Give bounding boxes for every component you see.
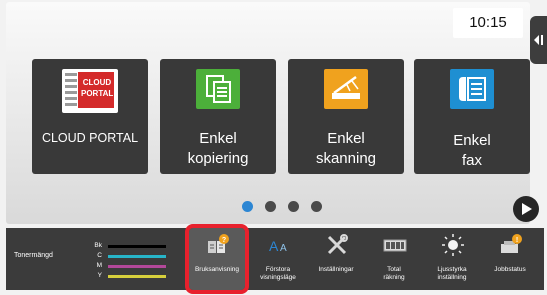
total-count-label-1: Total [387, 266, 401, 273]
clock: 10:15 [453, 8, 523, 38]
tile-simple-scan-label-2: skanning [315, 150, 377, 167]
toner-row-y: Y [88, 272, 168, 282]
enlarge-label-1: Förstora [265, 266, 291, 273]
toner-label-m: M [96, 262, 102, 269]
toner-row-m: M [88, 262, 168, 272]
fax-icon [450, 69, 494, 109]
tile-simple-fax-label-1: Enkel [453, 132, 491, 149]
page-dot-4[interactable] [311, 201, 322, 212]
tools-icon [325, 233, 349, 257]
next-page-button[interactable] [513, 196, 539, 222]
svg-text:A: A [280, 243, 287, 254]
brightness-icon [441, 233, 465, 257]
cloud-portal-logo-text-2: PORTAL [81, 89, 114, 98]
tile-simple-fax-label-2: fax [461, 152, 482, 169]
scan-icon [324, 69, 368, 109]
page-indicator [242, 201, 332, 213]
tile-simple-scan-label-1: Enkel [327, 130, 365, 147]
svg-text:A: A [269, 238, 279, 254]
job-status-icon: ! [499, 233, 523, 257]
toner-bar-y [108, 275, 166, 278]
tile-cloud-portal-label: CLOUD PORTAL [41, 131, 139, 145]
cloud-portal-logo-text-1: CLOUD [82, 78, 112, 87]
play-arrow-icon [522, 203, 532, 215]
settings-button[interactable]: Inställningar [308, 228, 364, 290]
brightness-label-1: Ljusstyrka [437, 266, 467, 273]
tile-simple-copy[interactable]: Enkel kopiering [160, 59, 276, 174]
toner-bar-m [108, 265, 166, 268]
job-status-button[interactable]: ! Jobbstatus [482, 228, 538, 290]
manual-button[interactable]: ? Bruksanvisning [185, 224, 249, 294]
toner-label-c: C [97, 252, 102, 259]
page-dot-1[interactable] [242, 201, 253, 212]
tile-cloud-portal[interactable]: CLOUD PORTAL CLOUD PORTAL [32, 59, 148, 174]
brightness-button[interactable]: Ljusstyrka inställning [424, 228, 480, 290]
copy-icon [196, 69, 240, 109]
side-panel-tab[interactable] [530, 16, 547, 64]
enlarge-display-button[interactable]: A A Förstora visningsläge [250, 228, 306, 290]
home-screen: 10:15 CLOUD PORTAL CLOUD PORTAL Enkel ko… [6, 2, 539, 224]
toner-row-bk: Bk [88, 242, 168, 252]
enlarge-text-icon: A A [267, 233, 291, 257]
tile-simple-copy-label-2: kopiering [187, 150, 249, 167]
brightness-label-2: inställning [437, 274, 467, 281]
bottom-toolbar: Tonermängd Bk C M Y ? Bruksanvisning A A… [6, 224, 544, 294]
book-question-icon: ? [206, 233, 230, 257]
counter-icon [383, 233, 407, 257]
cloud-portal-logo: CLOUD PORTAL [62, 69, 118, 113]
panel-arrow-icon [534, 35, 543, 45]
svg-text:?: ? [222, 237, 226, 244]
page-dot-3[interactable] [288, 201, 299, 212]
total-count-button[interactable]: Total räkning [366, 228, 422, 290]
settings-label: Inställningar [318, 266, 354, 273]
page-dot-2[interactable] [265, 201, 276, 212]
manual-label: Bruksanvisning [194, 266, 240, 273]
tile-simple-copy-label-1: Enkel [199, 130, 237, 147]
svg-text:!: ! [516, 237, 518, 244]
toner-level-panel[interactable]: Tonermängd Bk C M Y [6, 228, 176, 290]
toner-bar-c [108, 255, 166, 258]
tile-simple-fax[interactable]: Enkel fax [414, 59, 530, 174]
total-count-label-2: räkning [383, 274, 405, 281]
toner-title: Tonermängd [14, 252, 53, 259]
toner-label-bk: Bk [94, 242, 102, 249]
screen-frame: 10:15 CLOUD PORTAL CLOUD PORTAL Enkel ko… [0, 0, 547, 295]
toner-row-c: C [88, 252, 168, 262]
tile-simple-scan[interactable]: Enkel skanning [288, 59, 404, 174]
toner-bar-bk [108, 245, 166, 248]
enlarge-label-2: visningsläge [260, 274, 296, 281]
job-status-label: Jobbstatus [494, 266, 526, 273]
toner-label-y: Y [97, 272, 102, 279]
